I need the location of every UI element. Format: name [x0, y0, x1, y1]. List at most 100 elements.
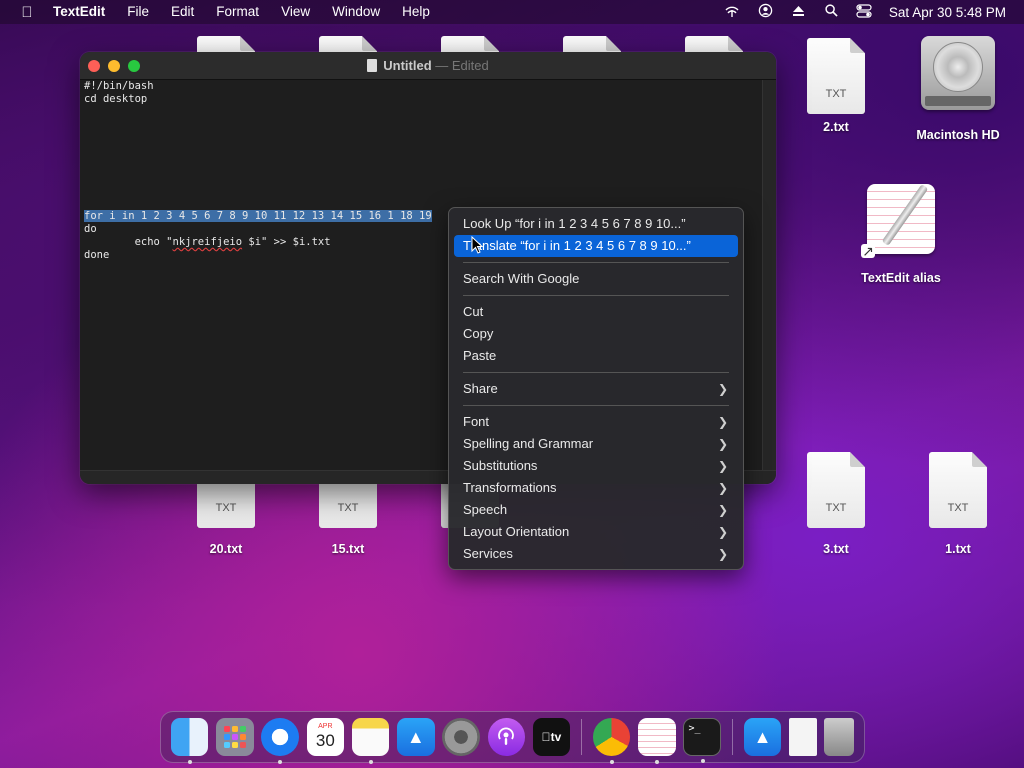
chevron-right-icon: ❯ [717, 525, 728, 539]
menu-item-translate[interactable]: Translate “for i in 1 2 3 4 5 6 7 8 9 10… [454, 235, 738, 257]
terminal-icon[interactable]: >_ [683, 718, 722, 763]
menu-item-paste[interactable]: Paste [454, 345, 738, 367]
drive-label: Macintosh HD [916, 128, 1000, 142]
menu-bar-clock[interactable]: Sat Apr 30 5:48 PM [881, 5, 1024, 20]
context-menu: Look Up “for i in 1 2 3 4 5 6 7 8 9 10..… [448, 207, 744, 570]
menu-item-services[interactable]: Services ❯ [454, 543, 738, 565]
menu-item-cut[interactable]: Cut [454, 301, 738, 323]
menu-item-substitutions[interactable]: Substitutions ❯ [454, 455, 738, 477]
launchpad-icon[interactable] [216, 718, 254, 756]
menu-item-share[interactable]: Share ❯ [454, 378, 738, 400]
edited-status: Edited [451, 58, 489, 73]
desktop-file-1[interactable]: TXT 1.txt [903, 452, 1013, 556]
safari-icon[interactable] [261, 718, 299, 764]
text-file-icon: TXT [807, 38, 865, 114]
misspelled-word[interactable]: nkjreifjeio [173, 236, 243, 248]
text-line: #!/bin/bash [84, 80, 154, 92]
chrome-icon[interactable] [592, 718, 631, 764]
file-type-label: TXT [215, 502, 237, 514]
menu-item-speech[interactable]: Speech ❯ [454, 499, 738, 521]
finder-icon[interactable] [170, 718, 209, 764]
file-type-label: TXT [337, 502, 359, 514]
menu-item-spelling-grammar[interactable]: Spelling and Grammar ❯ [454, 433, 738, 455]
trash-icon[interactable] [824, 718, 855, 756]
menu-view[interactable]: View [270, 0, 321, 24]
calendar-icon[interactable]: APR 30 [306, 718, 345, 756]
file-type-label: TXT [825, 502, 847, 514]
file-type-label: TXT [947, 502, 969, 514]
document-stack-icon[interactable] [789, 718, 817, 756]
calendar-day: 30 [315, 731, 335, 750]
menu-item-label: Speech [463, 502, 508, 517]
menu-item-font[interactable]: Font ❯ [454, 411, 738, 433]
menu-separator [463, 405, 729, 406]
menu-separator [463, 262, 729, 263]
text-line [84, 171, 758, 184]
podcasts-icon[interactable] [487, 718, 525, 756]
alias-label: TextEdit alias [861, 271, 941, 285]
file-label: 20.txt [209, 542, 243, 556]
desktop-textedit-alias[interactable]: ↗ TextEdit alias [846, 184, 956, 285]
app-menu[interactable]: TextEdit [51, 0, 116, 24]
text-line [84, 184, 758, 197]
text-file-icon: TXT [929, 452, 987, 528]
selected-text[interactable]: for i in 1 2 3 4 5 6 7 8 9 10 11 12 13 1… [84, 210, 432, 222]
desktop-file-2[interactable]: TXT 2.txt [781, 38, 891, 134]
system-preferences-icon[interactable] [442, 718, 480, 756]
dock-separator [731, 719, 733, 755]
chevron-right-icon: ❯ [717, 415, 728, 429]
user-icon[interactable] [749, 3, 782, 21]
control-center-icon[interactable] [848, 3, 881, 21]
menu-item-label: Transformations [463, 480, 557, 495]
notes-icon[interactable] [351, 718, 390, 764]
text-line [84, 158, 758, 171]
menu-file[interactable]: File [116, 0, 160, 24]
app-store-icon[interactable]: ▲ [397, 718, 435, 756]
dock: APR 30 ▲ tv >_ ▲ [160, 711, 865, 764]
text-file-icon: TXT [807, 452, 865, 528]
alias-arrow-icon: ↗ [861, 243, 875, 259]
menu-bar:  TextEdit File Edit Format View Window … [0, 0, 1024, 24]
window-title-text: Untitled [383, 58, 432, 73]
desktop-macintosh-hd[interactable]: Macintosh HD [903, 36, 1013, 142]
chevron-right-icon: ❯ [717, 382, 728, 396]
textedit-app-icon: ↗ [861, 184, 935, 258]
echo-prefix: echo " [84, 236, 173, 248]
textedit-icon[interactable] [638, 718, 676, 764]
apple-menu-icon[interactable]:  [17, 4, 37, 21]
text-line: cd desktop [84, 93, 148, 105]
downloads-folder-icon[interactable]: ▲ [743, 718, 782, 756]
file-label: 2.txt [823, 120, 849, 134]
tv-label: tv [546, 730, 562, 744]
menu-item-label: Share [463, 381, 498, 396]
airdrop-icon[interactable] [716, 4, 749, 21]
hard-drive-icon [921, 36, 995, 110]
menu-item-transformations[interactable]: Transformations ❯ [454, 477, 738, 499]
menu-item-copy[interactable]: Copy [454, 323, 738, 345]
menu-item-label: Services [463, 546, 513, 561]
title-bar[interactable]: Untitled — Edited [80, 52, 776, 80]
menu-window[interactable]: Window [321, 0, 391, 24]
text-line [84, 106, 758, 119]
eject-icon[interactable] [782, 5, 815, 20]
menu-item-look-up[interactable]: Look Up “for i in 1 2 3 4 5 6 7 8 9 10..… [454, 213, 738, 235]
menu-item-search-google[interactable]: Search With Google [454, 268, 738, 290]
menu-format[interactable]: Format [205, 0, 270, 24]
mouse-cursor-icon [471, 236, 483, 254]
menu-edit[interactable]: Edit [160, 0, 205, 24]
dock-separator [581, 719, 583, 755]
file-label: 15.txt [331, 542, 365, 556]
chevron-right-icon: ❯ [717, 437, 728, 451]
window-title: Untitled — Edited [80, 52, 776, 80]
menu-help[interactable]: Help [391, 0, 441, 24]
chevron-right-icon: ❯ [717, 481, 728, 495]
menu-item-layout-orientation[interactable]: Layout Orientation ❯ [454, 521, 738, 543]
apple-tv-icon[interactable]: tv [532, 718, 571, 756]
vertical-scrollbar[interactable] [762, 80, 776, 470]
text-line [84, 145, 758, 158]
file-type-label: TXT [825, 88, 847, 100]
desktop-file-3[interactable]: TXT 3.txt [781, 452, 891, 556]
file-label: 1.txt [945, 542, 971, 556]
text-line [84, 132, 758, 145]
search-icon[interactable] [815, 4, 848, 20]
